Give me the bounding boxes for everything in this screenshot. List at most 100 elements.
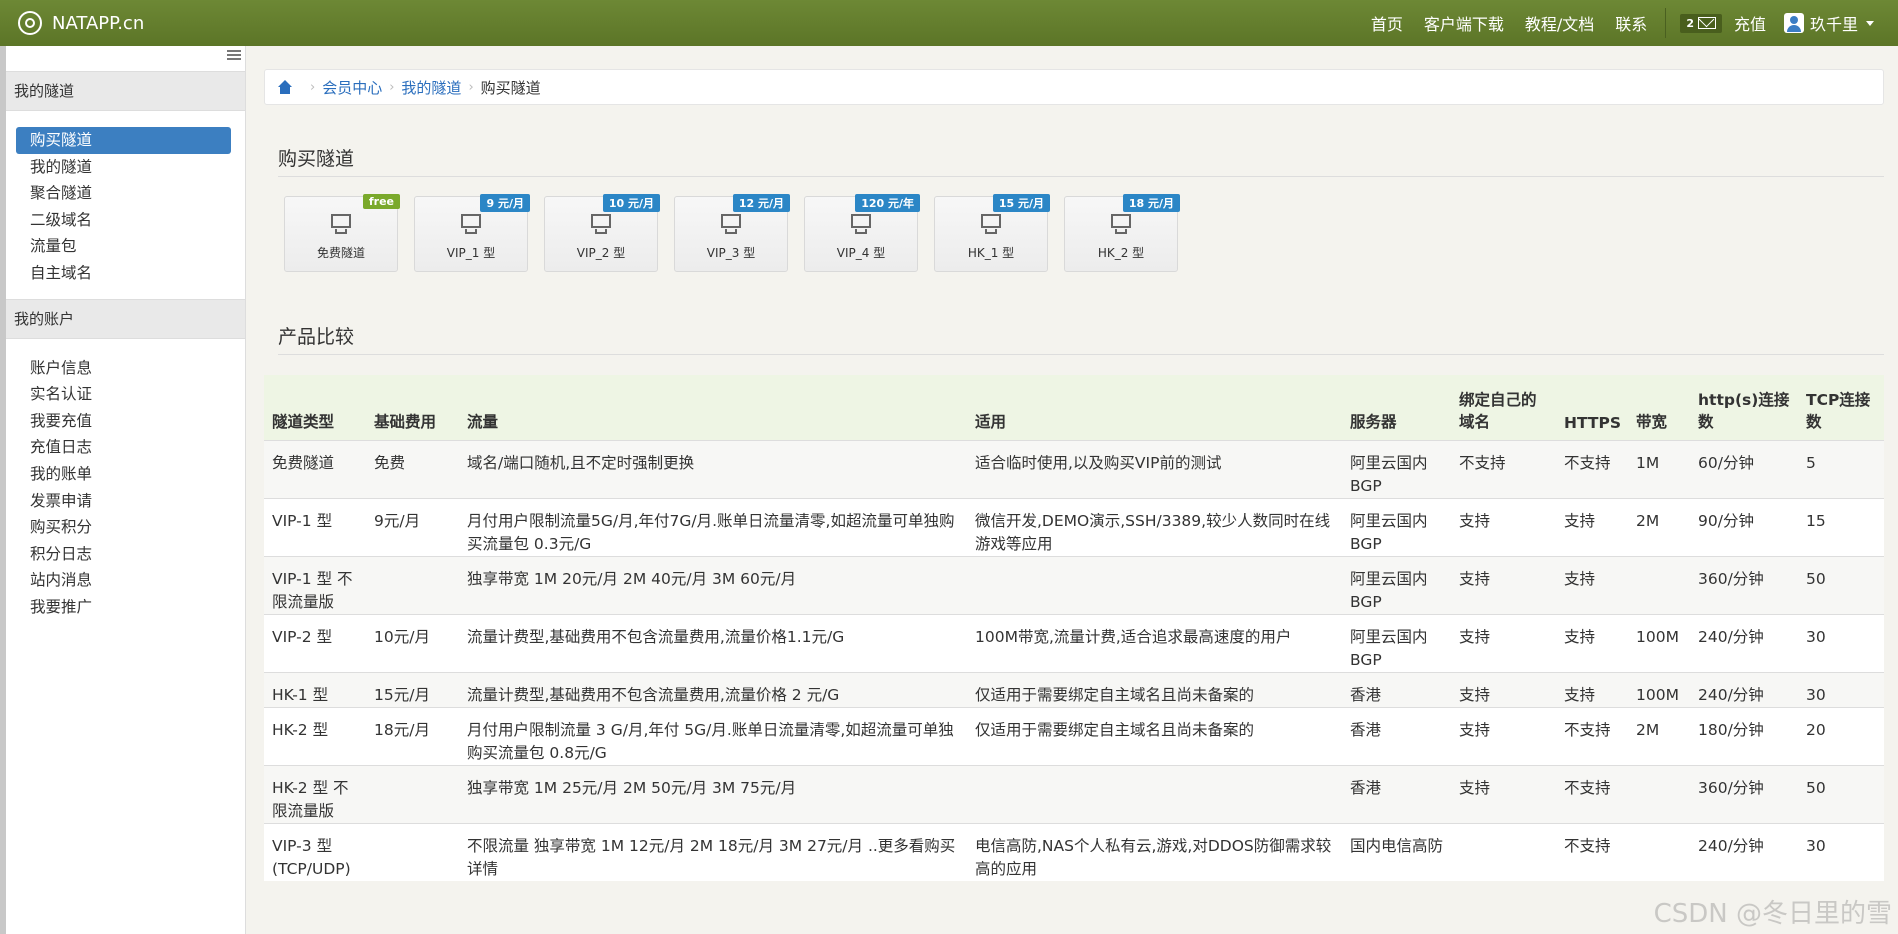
- table-row: VIP-1 型 9元/月 月付用户限制流量5G/月,年付7G/月.账单日流量清零,如…: [264, 497, 1884, 556]
- table-body: 免费隧道 免费 域名/端口随机,且不定时强制更换 适合临时使用,以及购买VIP前的测试…: [264, 439, 1884, 881]
- table-cell: 国内电信高防: [1342, 822, 1451, 881]
- table-cell: [1628, 555, 1690, 614]
- table-cell: 支持: [1556, 671, 1628, 707]
- brand[interactable]: NATAPP.cn: [18, 0, 144, 46]
- tile-vip1[interactable]: 9 元/月 VIP_1 型: [414, 194, 530, 272]
- user-icon: [1783, 13, 1804, 33]
- messages-button[interactable]: 2: [1680, 13, 1722, 33]
- column-header: TCP连接数: [1806, 390, 1871, 431]
- sidebar-item-custom-domain[interactable]: 自主域名: [16, 260, 231, 287]
- table-row: HK-1 型 15元/月 流量计费型,基础费用不包含流量费用,流量价格 2 元/G 仅…: [264, 671, 1884, 707]
- table-cell: 240/分钟: [1690, 671, 1798, 707]
- table-cell: 支持: [1556, 555, 1628, 614]
- nav-link-download[interactable]: 客户端下载: [1424, 11, 1504, 35]
- natapp-logo-icon: [18, 11, 42, 35]
- table-cell: 支持: [1451, 555, 1556, 614]
- sidebar-group-account: 我的账户: [6, 298, 245, 339]
- table-cell: [366, 555, 459, 614]
- sidebar: 我的隧道 购买隧道 我的隧道 聚合隧道 二级域名 流量包 自主域名 我的账户 账…: [0, 46, 246, 934]
- server-icon: [1111, 214, 1131, 234]
- table-cell: 香港: [1342, 764, 1451, 823]
- home-icon[interactable]: [277, 80, 293, 94]
- table-cell: 微信开发,DEMO演示,SSH/3389,较少人数同时在线游戏等应用: [967, 497, 1342, 556]
- table-row: VIP-1 型 不限流量版 独享带宽 1M 20元/月 2M 40元/月 3M 6…: [264, 555, 1884, 614]
- table-cell: 2M: [1628, 497, 1690, 556]
- sidebar-item-buy-points[interactable]: 购买积分: [16, 514, 231, 541]
- chevron-down-icon: [1866, 20, 1874, 26]
- tile-vip2[interactable]: 10 元/月 VIP_2 型: [544, 194, 660, 272]
- tile-vip4[interactable]: 120 元/年 VIP_4 型: [804, 194, 920, 272]
- table-row: HK-2 型 18元/月 月付用户限制流量 3 G/月,年付 5G/月.账单日流量清…: [264, 706, 1884, 765]
- table-cell: 不支持: [1556, 764, 1628, 823]
- table-cell: 支持: [1451, 764, 1556, 823]
- sidebar-item-account-info[interactable]: 账户信息: [16, 355, 231, 382]
- table-cell: 90/分钟: [1690, 497, 1798, 556]
- table-cell: 支持: [1451, 706, 1556, 765]
- sidebar-item-traffic-pack[interactable]: 流量包: [16, 233, 231, 260]
- breadcrumb-my-tunnels[interactable]: 我的隧道: [401, 77, 461, 98]
- table-cell: 独享带宽 1M 20元/月 2M 40元/月 3M 60元/月: [459, 555, 967, 614]
- table-cell: 100M带宽,流量计费,适合追求最高速度的用户: [967, 613, 1342, 672]
- table-header-row: 隧道类型 基础费用 流量 适用 服务器 绑定自己的域名 HTTPS 带宽 http(s)连接数 T…: [264, 375, 1884, 440]
- sidebar-item-my-tunnels[interactable]: 我的隧道: [16, 154, 231, 181]
- price-badge: 9 元/月: [480, 194, 530, 212]
- table-cell: VIP-1 型: [264, 497, 366, 556]
- tile-free[interactable]: free 免费隧道: [284, 194, 400, 272]
- price-badge: 12 元/月: [732, 194, 790, 212]
- sidebar-item-referral[interactable]: 我要推广: [16, 594, 231, 621]
- product-comparison-table: 隧道类型 基础费用 流量 适用 服务器 绑定自己的域名 HTTPS 带宽 http(s)连接数 T…: [264, 375, 1884, 881]
- server-icon: [591, 214, 611, 234]
- table-cell: 月付用户限制流量5G/月,年付7G/月.账单日流量清零,如超流量可单独购买流量包…: [459, 497, 967, 556]
- nav-link-home[interactable]: 首页: [1371, 11, 1403, 35]
- sidebar-item-buy-tunnel[interactable]: 购买隧道: [16, 127, 231, 154]
- table-cell: 180/分钟: [1690, 706, 1798, 765]
- table-cell: 流量计费型,基础费用不包含流量费用,流量价格 2 元/G: [459, 671, 967, 707]
- table-cell: 50: [1798, 764, 1884, 823]
- nav-link-recharge[interactable]: 充值: [1734, 11, 1766, 35]
- sidebar-group-tunnels: 我的隧道: [6, 71, 245, 111]
- table-cell: 不支持: [1556, 822, 1628, 881]
- table-cell: 不限流量 独享带宽 1M 12元/月 2M 18元/月 3M 27元/月 ..更…: [459, 822, 967, 881]
- table-cell: 100M: [1628, 613, 1690, 672]
- table-cell: 30: [1798, 822, 1884, 881]
- price-badge: 10 元/月: [602, 194, 660, 212]
- tile-vip3[interactable]: 12 元/月 VIP_3 型: [674, 194, 790, 272]
- table-cell: 5: [1798, 439, 1884, 498]
- tunnel-type-tiles: free 免费隧道 9 元/月 VIP_1 型 10 元/月 VIP_2 型 1…: [284, 194, 1180, 272]
- sidebar-item-points-log[interactable]: 积分日志: [16, 541, 231, 568]
- main-content: › 会员中心 › 我的隧道 › 购买隧道 购买隧道 free 免费隧道 9 元/…: [264, 46, 1884, 934]
- table-cell: 免费隧道: [264, 439, 366, 498]
- breadcrumb-member-center[interactable]: 会员中心: [322, 77, 382, 98]
- nav-divider: [1665, 8, 1667, 38]
- breadcrumb: › 会员中心 › 我的隧道 › 购买隧道: [264, 69, 1884, 105]
- table-cell: HK-2 型 不限流量版: [264, 764, 366, 823]
- menu-collapse-icon[interactable]: [227, 50, 241, 62]
- nav-link-docs[interactable]: 教程/文档: [1525, 11, 1594, 35]
- divider: [278, 176, 1884, 177]
- server-icon: [721, 214, 741, 234]
- sidebar-item-subdomain[interactable]: 二级域名: [16, 207, 231, 234]
- sidebar-item-messages[interactable]: 站内消息: [16, 567, 231, 594]
- table-cell: 支持: [1556, 613, 1628, 672]
- table-cell: HK-1 型: [264, 671, 366, 707]
- table-cell: [967, 764, 1342, 823]
- nav-link-contact[interactable]: 联系: [1615, 11, 1647, 35]
- column-header: 绑定自己的域名: [1459, 390, 1537, 431]
- column-header: http(s)连接数: [1698, 390, 1790, 431]
- column-header: 基础费用: [374, 412, 437, 431]
- sidebar-item-aggregate-tunnels[interactable]: 聚合隧道: [16, 180, 231, 207]
- table-cell: 30: [1798, 613, 1884, 672]
- column-header: 带宽: [1636, 412, 1668, 431]
- sidebar-item-recharge[interactable]: 我要充值: [16, 408, 231, 435]
- sidebar-item-bills[interactable]: 我的账单: [16, 461, 231, 488]
- table-cell: 100M: [1628, 671, 1690, 707]
- table-cell: 支持: [1451, 671, 1556, 707]
- sidebar-item-invoice[interactable]: 发票申请: [16, 488, 231, 515]
- tile-hk2[interactable]: 18 元/月 HK_2 型: [1064, 194, 1180, 272]
- sidebar-item-real-name[interactable]: 实名认证: [16, 381, 231, 408]
- price-badge: 15 元/月: [992, 194, 1050, 212]
- server-icon: [851, 214, 871, 234]
- sidebar-item-recharge-log[interactable]: 充值日志: [16, 434, 231, 461]
- user-menu[interactable]: 玖千里: [1783, 11, 1874, 35]
- tile-hk1[interactable]: 15 元/月 HK_1 型: [934, 194, 1050, 272]
